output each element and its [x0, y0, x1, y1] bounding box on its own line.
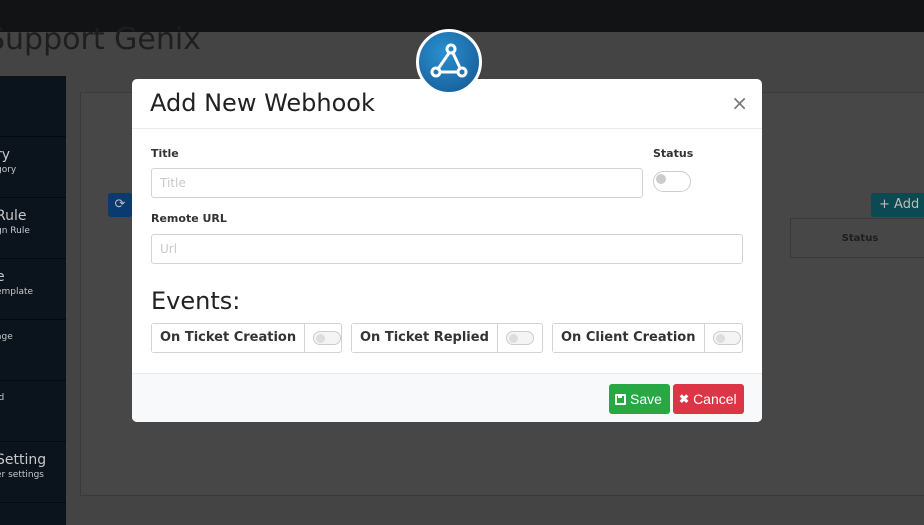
url-label: Remote URL	[151, 212, 227, 225]
sidebar-item[interactable]: age	[0, 320, 66, 381]
cancel-button[interactable]: ✖ Cancel	[673, 384, 744, 414]
sidebar: rygory Rulegn Rule eemplate age ld Setti…	[0, 76, 66, 525]
event-label: On Ticket Replied	[352, 324, 498, 352]
events-heading: Events:	[151, 287, 241, 315]
cancel-label: Cancel	[693, 391, 737, 407]
event-label: On Ticket Creation	[152, 324, 306, 352]
event-client-creation: On Client Creation	[552, 323, 743, 353]
save-label: Save	[630, 391, 662, 407]
close-icon[interactable]: ×	[731, 91, 748, 115]
event-toggle[interactable]	[505, 331, 534, 345]
sidebar-item[interactable]: Setting er settings	[0, 442, 66, 503]
sidebar-item[interactable]: ld	[0, 381, 66, 442]
app-title: Support Genix	[0, 22, 201, 57]
add-webhook-button[interactable]: + Add	[871, 193, 924, 217]
save-button[interactable]: Save	[609, 384, 670, 414]
modal-footer: Save ✖ Cancel	[132, 373, 762, 422]
sidebar-item[interactable]	[0, 76, 66, 137]
title-input[interactable]	[151, 168, 643, 198]
status-label: Status	[653, 147, 694, 160]
event-toggle[interactable]	[712, 331, 741, 345]
webhook-icon	[416, 29, 482, 95]
title-label: Title	[151, 147, 179, 160]
floppy-disk-icon	[615, 393, 626, 405]
event-ticket-replied: On Ticket Replied	[351, 323, 543, 353]
url-input[interactable]	[151, 234, 743, 264]
event-label: On Client Creation	[553, 324, 705, 352]
sidebar-item[interactable]: Rulegn Rule	[0, 198, 66, 259]
webhook-glyph	[430, 43, 468, 78]
table-header-status: Status	[790, 218, 924, 258]
times-icon: ✖	[679, 392, 690, 406]
refresh-button[interactable]: ⟳	[108, 193, 132, 217]
add-webhook-modal: Add New Webhook × Title Status Remote UR…	[132, 79, 762, 422]
sidebar-item[interactable]: eemplate	[0, 259, 66, 320]
sidebar-item[interactable]: rygory	[0, 137, 66, 198]
event-ticket-creation: On Ticket Creation	[151, 323, 342, 353]
status-toggle[interactable]	[653, 171, 691, 192]
event-toggle[interactable]	[313, 331, 342, 345]
